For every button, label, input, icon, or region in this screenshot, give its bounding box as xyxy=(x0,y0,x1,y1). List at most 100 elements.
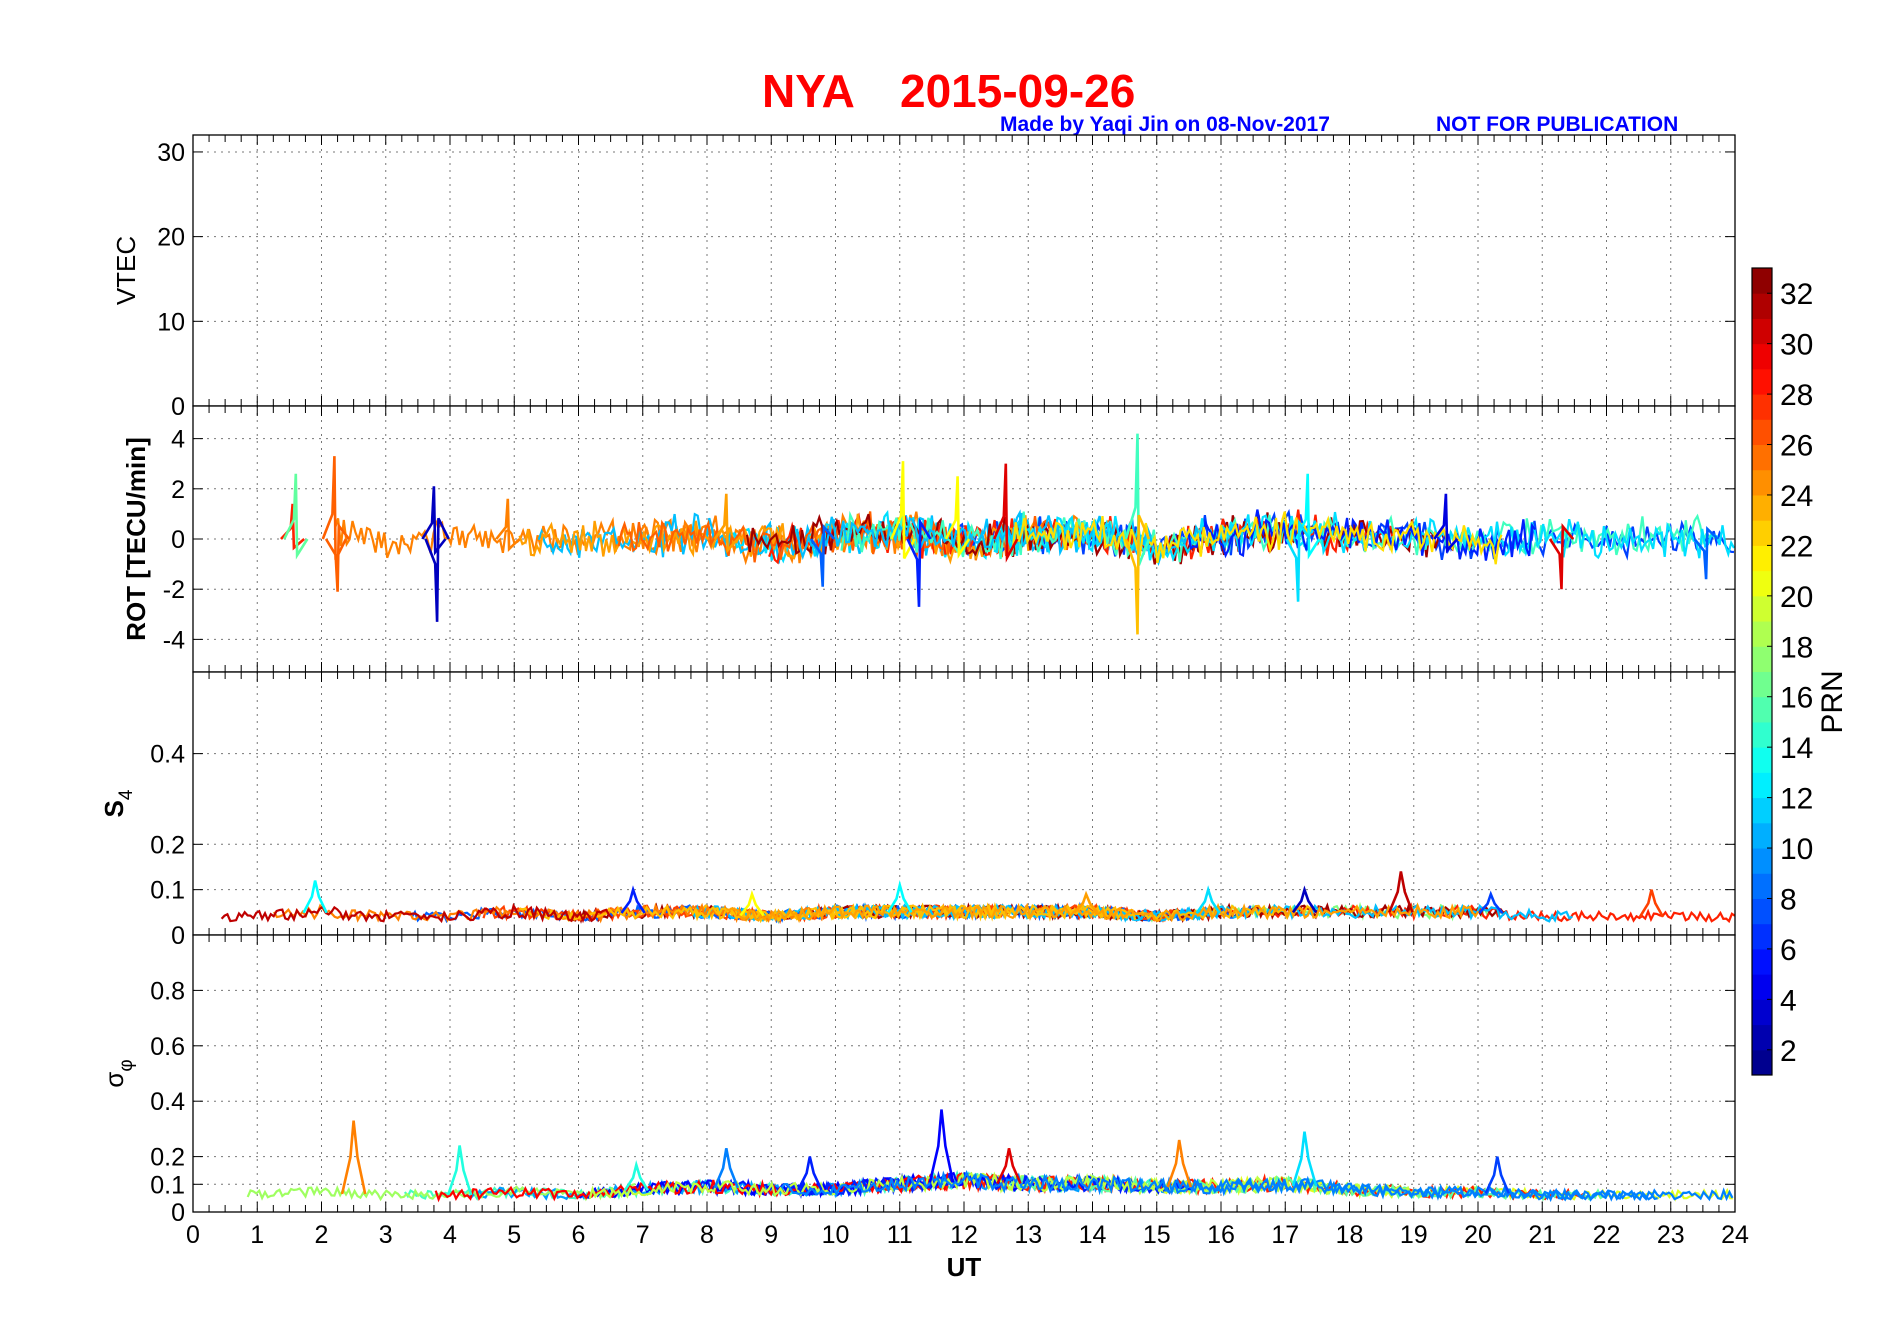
xtick-label: 16 xyxy=(1207,1221,1235,1249)
colorbar-swatch xyxy=(1752,494,1772,521)
rot-ytick-label: -4 xyxy=(163,626,185,654)
colorbar-tick-label: 10 xyxy=(1780,833,1813,866)
colorbar-label: PRN xyxy=(1816,670,1849,733)
sigma_phi-ylabel: σφ xyxy=(99,1059,137,1087)
colorbar-swatch xyxy=(1752,595,1772,622)
s4-ylabel: S4 xyxy=(99,789,137,817)
xtick-label: 23 xyxy=(1657,1221,1685,1249)
xtick-label: 19 xyxy=(1400,1221,1428,1249)
s4-ytick-label: 0.4 xyxy=(150,741,185,769)
xtick-label: 1 xyxy=(250,1221,264,1249)
figure: NYA 2015-09-26 Made by Yaqi Jin on 08-No… xyxy=(99,65,1849,1282)
rot-ytick-label: -2 xyxy=(163,576,185,604)
panels: 0102030VTEC-4-2024ROT [TECU/min]00.10.20… xyxy=(99,134,1749,1282)
colorbar-swatch xyxy=(1752,621,1772,647)
sigma_phi-ytick-label: 0.1 xyxy=(150,1171,185,1199)
colorbar-swatch xyxy=(1752,545,1772,572)
colorbar-swatch xyxy=(1752,293,1772,319)
credit-text: Made by Yaqi Jin on 08-Nov-2017 xyxy=(1000,113,1330,136)
xtick-label: 6 xyxy=(572,1221,586,1249)
panel-sigma_phi: 00.10.20.40.60.8σφ0 1 2 3 4 5 6 7 8 9 10 11 12 13 14 15… xyxy=(99,934,1749,1282)
colorbar-tick-label: 20 xyxy=(1780,581,1813,614)
colorbar-swatch xyxy=(1752,268,1772,294)
xtick-label: 12 xyxy=(950,1221,978,1249)
s4-ytick-label: 0.1 xyxy=(150,877,185,905)
xtick-label: 9 xyxy=(764,1221,778,1249)
colorbar-tick-label: 12 xyxy=(1780,783,1813,816)
colorbar-swatch xyxy=(1752,444,1772,471)
notice-text: NOT FOR PUBLICATION xyxy=(1436,113,1678,136)
colorbar-tick-label: 26 xyxy=(1780,430,1813,463)
xtick-label: 15 xyxy=(1143,1221,1171,1249)
colorbar-swatch xyxy=(1752,999,1772,1026)
rot-ylabel: ROT [TECU/min] xyxy=(121,437,151,641)
xtick-label: 11 xyxy=(887,1221,913,1249)
xtick-label: 0 xyxy=(186,1221,200,1249)
colorbar-tick-label: 22 xyxy=(1780,530,1813,563)
date-title: 2015-09-26 xyxy=(900,65,1135,117)
xtick-label: 13 xyxy=(1014,1221,1042,1249)
colorbar-swatch xyxy=(1752,923,1772,950)
colorbar-tick-label: 4 xyxy=(1780,984,1797,1017)
xtick-label: 24 xyxy=(1721,1221,1749,1249)
xtick-label: 17 xyxy=(1271,1221,1299,1249)
rot-ytick-label: 2 xyxy=(171,476,185,504)
colorbar-tick-label: 28 xyxy=(1780,379,1813,412)
vtec-ytick-label: 0 xyxy=(171,393,185,421)
colorbar-tick-label: 14 xyxy=(1780,732,1813,765)
panel-s4: 0 0.1 0.2 0.4 S4 xyxy=(99,671,1736,950)
xtick-label: 2 xyxy=(315,1221,329,1249)
colorbar-swatch xyxy=(1752,1049,1772,1076)
xtick-label: 14 xyxy=(1079,1221,1107,1249)
colorbar-swatch xyxy=(1752,318,1772,345)
s4-ytick-label: 0 xyxy=(171,922,185,950)
colorbar-swatch xyxy=(1752,419,1772,446)
colorbar-swatch xyxy=(1752,394,1772,420)
colorbar-swatch xyxy=(1752,873,1772,899)
vtec-background xyxy=(193,135,1735,406)
vtec-ytick-label: 20 xyxy=(157,224,185,252)
vtec-ylabel: VTEC xyxy=(111,236,141,305)
colorbar-swatch xyxy=(1752,721,1772,748)
sigma_phi-ytick-label: 0.8 xyxy=(150,977,185,1005)
colorbar-tick-label: 18 xyxy=(1780,631,1813,664)
rot-ytick-label: 4 xyxy=(171,426,185,454)
rot-ytick-label: 0 xyxy=(171,526,185,554)
colorbar-tick-label: 30 xyxy=(1780,329,1813,362)
colorbar-swatch xyxy=(1752,848,1772,874)
sigma_phi-ytick-label: 0.4 xyxy=(150,1088,185,1116)
colorbar-swatch xyxy=(1752,469,1772,496)
colorbar-swatch xyxy=(1752,696,1772,723)
colorbar-tick-label: 6 xyxy=(1780,934,1797,967)
x-axis-label: UT xyxy=(947,1252,982,1282)
colorbar-swatch xyxy=(1752,343,1772,370)
xtick-label: 4 xyxy=(443,1221,457,1249)
colorbar-swatch xyxy=(1752,368,1772,395)
xtick-label: 3 xyxy=(379,1221,393,1249)
s4-background xyxy=(193,672,1735,935)
xtick-label: 10 xyxy=(822,1221,850,1249)
xtick-label: 21 xyxy=(1528,1221,1556,1249)
colorbar-swatch xyxy=(1752,747,1772,773)
colorbar-tick-label: 16 xyxy=(1780,682,1813,715)
colorbar-swatch xyxy=(1752,772,1772,799)
colorbar-swatch xyxy=(1752,974,1772,1000)
sigma_phi-background xyxy=(193,935,1735,1212)
vtec-ytick-label: 30 xyxy=(157,139,185,167)
colorbar-tick-label: 2 xyxy=(1780,1035,1797,1068)
xtick-label: 5 xyxy=(507,1221,521,1249)
colorbar-swatch xyxy=(1752,520,1772,546)
colorbar-swatch xyxy=(1752,646,1772,672)
sigma_phi-ytick-label: 0.2 xyxy=(150,1144,185,1172)
panel-vtec: 0 10 20 30 VTEC xyxy=(111,134,1736,421)
colorbar-swatch xyxy=(1752,797,1772,824)
xtick-label: 20 xyxy=(1464,1221,1492,1249)
prn-colorbar: 2468101214161820222426283032 xyxy=(1751,267,1813,1076)
colorbar-tick-label: 8 xyxy=(1780,883,1797,916)
xtick-label: 22 xyxy=(1593,1221,1621,1249)
s4-ytick-label: 0.2 xyxy=(150,831,185,859)
colorbar-tick-label: 24 xyxy=(1780,480,1813,513)
xtick-label: 8 xyxy=(700,1221,714,1249)
sigma_phi-ytick-label: 0 xyxy=(171,1199,185,1227)
xtick-label: 18 xyxy=(1336,1221,1364,1249)
